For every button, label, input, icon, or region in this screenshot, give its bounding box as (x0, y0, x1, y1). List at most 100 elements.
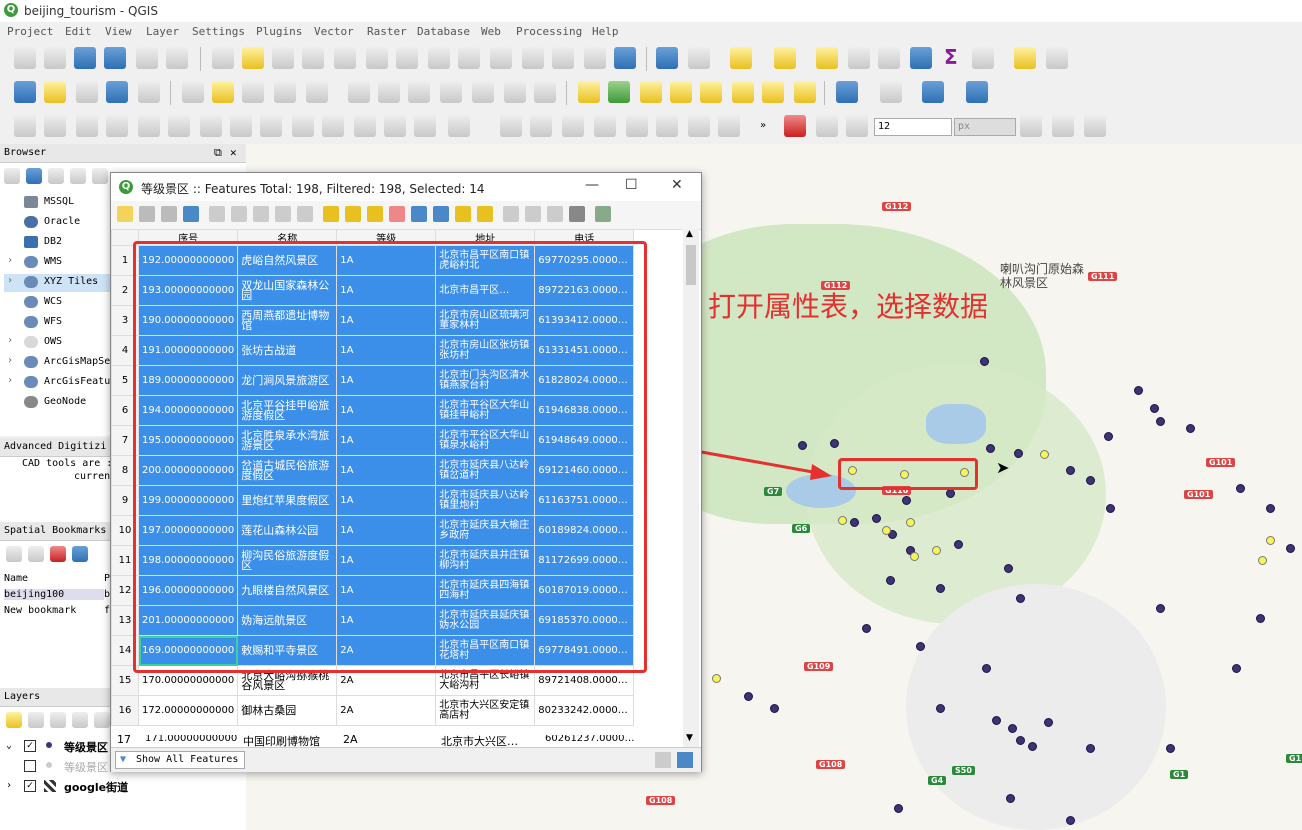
expand-arrow-icon[interactable]: › (7, 335, 13, 346)
delete-field-icon[interactable] (525, 206, 541, 222)
zoom-layer-icon[interactable] (428, 47, 450, 69)
open-attribute-table-icon[interactable] (848, 47, 870, 69)
menu-database[interactable]: Database (417, 25, 470, 38)
new-field-icon[interactable] (503, 206, 519, 222)
expand-arrow-icon[interactable]: ⌄ (6, 740, 12, 751)
run-action-icon[interactable] (688, 47, 710, 69)
reload-table-icon[interactable] (183, 206, 199, 222)
menu-raster[interactable]: Raster (367, 25, 407, 38)
table-row-partial[interactable]: 17 171.00000000000 中国印刷博物馆 2A 北京市大兴区… 60… (111, 735, 683, 747)
modify-attributes-icon[interactable] (348, 81, 370, 103)
layer-visibility-checkbox[interactable]: ✓ (24, 740, 36, 752)
deselect-all-icon[interactable] (816, 47, 838, 69)
copy-icon[interactable] (275, 206, 291, 222)
save-as-icon[interactable] (104, 47, 126, 69)
new-layer-icon[interactable] (44, 81, 66, 103)
refresh-browser-icon[interactable] (26, 168, 42, 184)
filter-browser-icon[interactable] (48, 168, 64, 184)
save-edits-icon[interactable] (161, 206, 177, 222)
db-manager-icon[interactable] (836, 81, 858, 103)
select-features-icon[interactable] (730, 47, 752, 69)
avoid-overlap-icon[interactable] (1052, 115, 1074, 137)
save-project-icon[interactable] (74, 47, 96, 69)
move-selection-top-icon[interactable] (433, 206, 449, 222)
layer-item-google[interactable]: › ✓ google街道 (4, 778, 246, 796)
invert-selection-icon[interactable] (367, 206, 383, 222)
add-group-icon[interactable] (28, 712, 44, 728)
delete-bookmark-icon[interactable] (50, 546, 66, 562)
filter-legend-icon[interactable] (72, 712, 88, 728)
simplify-feature-icon[interactable] (76, 115, 98, 137)
bookmarks-icon[interactable] (584, 47, 606, 69)
add-ring-icon[interactable] (106, 115, 128, 137)
merge-attributes-icon[interactable] (414, 115, 436, 137)
reshape-features-icon[interactable] (260, 115, 282, 137)
georeferencer-icon[interactable] (880, 81, 902, 103)
table-view-icon[interactable] (677, 752, 693, 768)
menu-project[interactable]: Project (7, 25, 53, 38)
cell-level[interactable]: 2A (336, 695, 437, 726)
split-parts-icon[interactable] (354, 115, 376, 137)
new-project-icon[interactable] (14, 47, 36, 69)
paste-features-icon[interactable] (472, 81, 494, 103)
text-annotation-icon[interactable] (1046, 47, 1068, 69)
map-tips-icon[interactable] (1014, 47, 1036, 69)
menu-edit[interactable]: Edit (65, 25, 92, 38)
show-hide-labels-icon[interactable] (700, 81, 722, 103)
float-panel-icon[interactable]: ⧉ (214, 146, 222, 160)
cut-features-icon[interactable] (408, 81, 430, 103)
form-view-icon[interactable] (655, 752, 671, 768)
field-calculator-icon[interactable] (569, 206, 585, 222)
open-project-icon[interactable] (44, 47, 66, 69)
zoom-to-bookmark-icon[interactable] (6, 546, 22, 562)
rotate-point-symbols-icon[interactable] (448, 115, 470, 137)
sigma-icon[interactable]: Σ (944, 45, 958, 69)
data-source-manager-icon[interactable] (14, 81, 36, 103)
print-layout-icon[interactable] (136, 47, 158, 69)
highlight-pinned-labels-icon[interactable] (640, 81, 662, 103)
toggle-editing-icon[interactable] (212, 81, 234, 103)
zoom-selection-icon[interactable] (396, 47, 418, 69)
identify-icon[interactable] (656, 47, 678, 69)
snapping-type-icon[interactable] (846, 115, 868, 137)
offset-curve-icon[interactable] (292, 115, 314, 137)
help-icon[interactable] (966, 81, 988, 103)
change-label-icon[interactable] (794, 81, 816, 103)
expand-arrow-icon[interactable]: › (7, 355, 13, 366)
zoom-full-icon[interactable] (366, 47, 388, 69)
cell-phone[interactable]: 80233242.0000… (534, 695, 635, 726)
move-label-icon[interactable] (732, 81, 754, 103)
current-edits-icon[interactable] (182, 81, 204, 103)
cell-id[interactable]: 172.00000000000 (137, 695, 239, 726)
cell-address[interactable]: 北京市大兴区安定镇高店村 (435, 695, 536, 726)
snapping-tolerance-input[interactable]: 12 (874, 118, 952, 136)
digitize-curve-icon[interactable] (688, 115, 710, 137)
add-part-icon[interactable] (138, 115, 160, 137)
add-wms-icon[interactable] (138, 81, 160, 103)
measure-icon[interactable] (972, 47, 994, 69)
expand-arrow-icon[interactable]: › (7, 375, 13, 386)
digitize-regular-polygon-icon[interactable] (594, 115, 616, 137)
organize-columns-icon[interactable] (547, 206, 563, 222)
vertex-tool-icon[interactable] (306, 81, 328, 103)
filter-select-icon[interactable] (411, 206, 427, 222)
snapping-intersection-icon[interactable] (1084, 115, 1106, 137)
new-map-view-icon[interactable] (522, 47, 544, 69)
add-bookmark-icon[interactable] (28, 546, 44, 562)
toggle-edit-icon[interactable] (117, 206, 133, 222)
snapping-unit-select[interactable]: px (954, 118, 1016, 136)
add-delimited-text-icon[interactable] (106, 81, 128, 103)
properties-icon[interactable] (92, 168, 108, 184)
save-edits-icon[interactable] (242, 81, 264, 103)
zoom-native-icon[interactable] (334, 47, 356, 69)
conditional-formatting-icon[interactable] (595, 206, 611, 222)
pan-to-selection-icon[interactable] (242, 47, 264, 69)
menu-processing[interactable]: Processing (516, 25, 582, 38)
scroll-down-icon[interactable]: ▼ (686, 733, 693, 743)
digitize-rectangle-icon[interactable] (562, 115, 584, 137)
snapping-magnet-icon[interactable] (784, 115, 806, 137)
rotate-feature-icon[interactable] (44, 115, 66, 137)
layer-visibility-checkbox[interactable]: ✓ (24, 780, 36, 792)
browser-item-xyz-tiles[interactable]: › XYZ Tiles (4, 274, 110, 292)
close-icon[interactable]: ✕ (671, 177, 683, 193)
